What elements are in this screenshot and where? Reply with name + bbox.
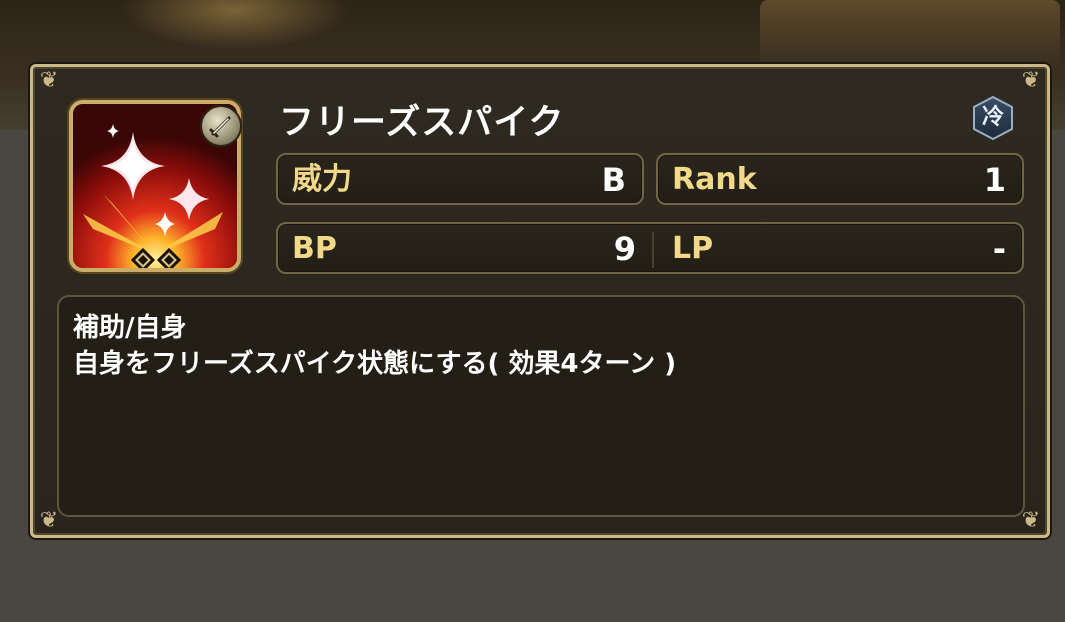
ornament-corner-icon: ❦ [1021, 68, 1041, 93]
power-value: B [601, 161, 626, 199]
bp-label: BP [292, 231, 337, 266]
lp-value: - [992, 230, 1006, 268]
lp-label: LP [672, 231, 714, 266]
rank-value: 1 [983, 161, 1006, 199]
background-decoration [760, 0, 1060, 70]
skill-name: フリーズスパイク [279, 103, 565, 143]
ornament-corner-icon: ❦ [39, 68, 59, 93]
description-box: 補助/自身 自身をフリーズスパイク状態にする( 効果4ターン ) [57, 295, 1025, 517]
description-effect: 自身をフリーズスパイク状態にする( 効果4ターン ) [73, 349, 677, 379]
power-stat: 威力 B [276, 153, 644, 205]
rank-label: Rank [672, 162, 757, 197]
cost-stat-row: BP 9 LP - [276, 222, 1024, 274]
sword-icon [200, 105, 242, 147]
ice-element-icon: 冷 [970, 95, 1016, 141]
rank-stat: Rank 1 [656, 153, 1024, 205]
description-target: 補助/自身 [73, 313, 187, 343]
skill-detail-panel: ❦ ❦ ❦ ❦ フリーズスパイク 冷 威力 B Rank 1 BP 9 LP -… [30, 64, 1050, 538]
power-label: 威力 [292, 162, 352, 197]
element-label: 冷 [981, 105, 1004, 130]
divider [652, 232, 654, 268]
bp-value: 9 [613, 230, 636, 268]
